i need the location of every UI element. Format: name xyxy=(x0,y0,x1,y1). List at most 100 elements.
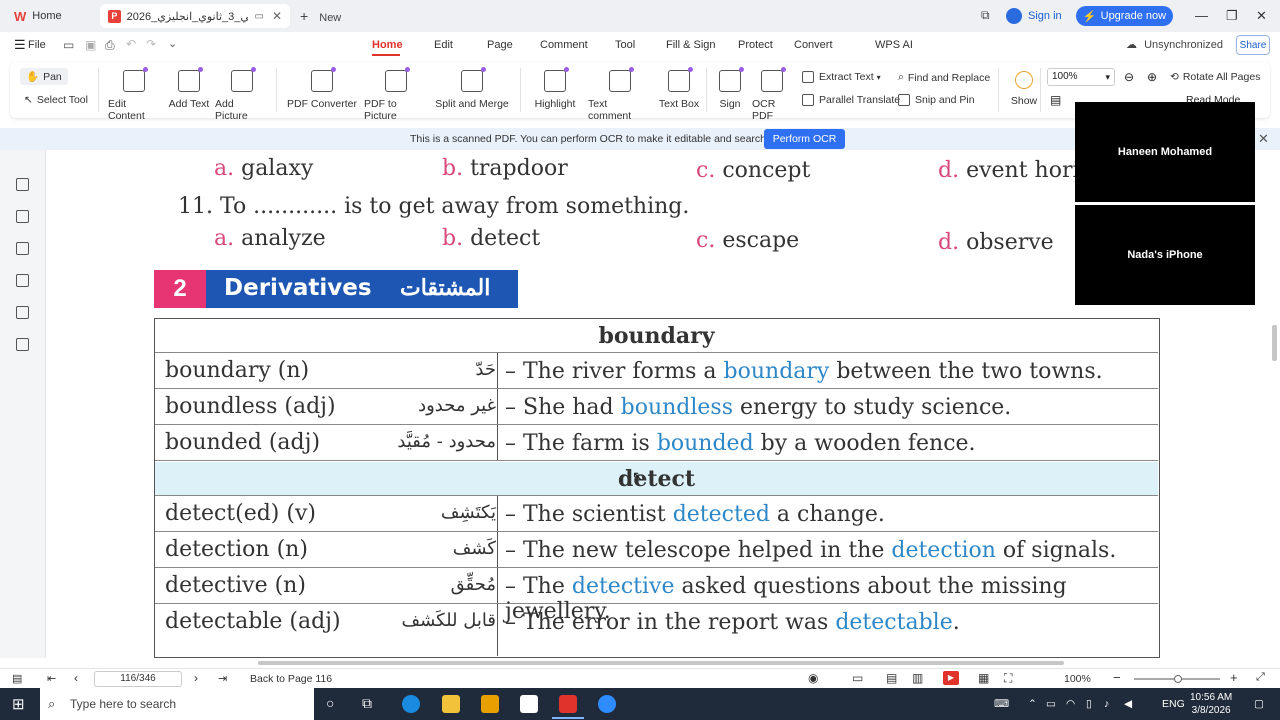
tray-chevron-icon[interactable]: ⌃ xyxy=(1028,698,1037,710)
horizontal-scrollbar[interactable] xyxy=(46,658,1268,668)
text-box-button[interactable]: Text Box xyxy=(658,62,700,110)
undo-icon[interactable]: ↶ xyxy=(126,37,136,51)
system-clock[interactable]: 10:56 AM 3/8/2026 xyxy=(1190,691,1232,717)
two-page-view-icon[interactable]: ▥ xyxy=(912,671,923,685)
minimize-icon[interactable]: — xyxy=(1195,8,1208,23)
microphone-icon[interactable]: ♪ xyxy=(1104,698,1109,710)
play-icon[interactable]: ▶ xyxy=(943,671,959,685)
find-replace-button[interactable]: ⌕ Find and Replace xyxy=(898,71,990,84)
print-icon[interactable]: ⎙ xyxy=(105,38,115,53)
volume-icon[interactable]: ◀ xyxy=(1124,698,1132,710)
signature-icon[interactable] xyxy=(16,306,29,319)
zoom-slider[interactable] xyxy=(1134,675,1220,683)
fit-width-icon[interactable]: ▦ xyxy=(978,671,989,685)
attachment-icon[interactable] xyxy=(16,274,29,287)
page-number-input[interactable]: 116/346 xyxy=(94,671,182,687)
select-tool-button[interactable]: ↖ Select Tool xyxy=(24,94,88,106)
zoom-out-icon[interactable]: − xyxy=(1113,670,1121,685)
vertical-scrollbar[interactable] xyxy=(1268,150,1280,658)
zoom-select[interactable]: 100% ▾ xyxy=(1047,68,1115,86)
participant-tile[interactable]: Haneen Mohamed xyxy=(1075,102,1255,202)
ocr-pdf-button[interactable]: OCR PDF xyxy=(752,62,792,122)
eye-icon[interactable]: ◉ xyxy=(808,671,818,685)
language-indicator[interactable]: ENG xyxy=(1162,698,1185,710)
tab-document[interactable]: P 2026_الترم_الثاني_3_ثانوي_انجليزي ▭ ✕ xyxy=(100,4,290,28)
back-to-page-link[interactable]: Back to Page 116 xyxy=(250,673,332,685)
close-icon[interactable]: ✕ xyxy=(1258,131,1269,147)
upgrade-button[interactable]: ⚡ Upgrade now xyxy=(1076,6,1173,26)
scrollbar-thumb[interactable] xyxy=(1272,325,1277,361)
zoom-percent[interactable]: 100% xyxy=(1064,673,1091,685)
menu-wps-ai[interactable]: WPS AI xyxy=(875,39,913,51)
show-button[interactable]: Show xyxy=(1008,62,1040,107)
edge-icon[interactable] xyxy=(402,695,420,713)
mail-icon[interactable] xyxy=(520,695,538,713)
close-window-icon[interactable]: ✕ xyxy=(1256,8,1267,24)
extract-text-button[interactable]: Extract Text ▾ xyxy=(802,71,881,83)
menu-home[interactable]: Home xyxy=(372,39,403,51)
new-tab-button[interactable]: + New xyxy=(300,8,341,24)
thumbnails-icon[interactable] xyxy=(16,210,29,223)
wifi-icon[interactable]: ◠ xyxy=(1066,698,1075,710)
tab-window-icon[interactable]: ▭ xyxy=(254,11,263,22)
first-page-icon[interactable]: ⇤ xyxy=(47,672,56,685)
split-merge-button[interactable]: Split and Merge xyxy=(434,62,510,110)
fullscreen-icon[interactable]: ⤢ xyxy=(1256,671,1265,684)
comments-icon[interactable] xyxy=(16,242,29,255)
windows-start-icon[interactable]: ⊞ xyxy=(12,695,25,713)
last-page-icon[interactable]: ⇥ xyxy=(218,672,227,685)
window-view-icon[interactable]: ⧉ xyxy=(981,8,990,23)
fit-page-icon[interactable]: ⛶ xyxy=(1004,671,1012,686)
tab-close-icon[interactable]: ✕ xyxy=(272,9,282,23)
sign-button[interactable]: Sign xyxy=(714,62,746,110)
taskbar-search[interactable]: ⌕ Type here to search xyxy=(40,688,314,720)
menu-fill-sign[interactable]: Fill & Sign xyxy=(666,39,716,51)
sidebar-toggle-icon[interactable]: ▤ xyxy=(12,672,22,685)
notifications-icon[interactable]: ▢ xyxy=(1254,698,1264,710)
hamburger-icon[interactable]: ☰ xyxy=(14,37,26,53)
redo-icon[interactable]: ↷ xyxy=(146,37,156,51)
menu-protect[interactable]: Protect xyxy=(738,39,773,51)
scrollbar-thumb[interactable] xyxy=(258,661,1064,665)
layers-icon[interactable] xyxy=(16,338,29,351)
file-explorer-icon[interactable] xyxy=(442,695,460,713)
perform-ocr-button[interactable]: Perform OCR xyxy=(764,129,845,149)
continuous-view-icon[interactable]: ▤ xyxy=(886,671,897,685)
zoom-slider-handle[interactable] xyxy=(1174,675,1182,683)
pdf-converter-button[interactable]: PDF Converter xyxy=(286,62,358,110)
single-page-view-icon[interactable]: ▭ xyxy=(852,671,863,685)
pan-button[interactable]: ✋ Pan xyxy=(20,68,68,85)
zoom-out-icon[interactable]: ⊖ xyxy=(1124,70,1134,84)
store-icon[interactable] xyxy=(481,695,499,713)
menu-page[interactable]: Page xyxy=(487,39,513,51)
zoom-in-icon[interactable]: + xyxy=(1230,670,1238,685)
menu-comment[interactable]: Comment xyxy=(540,39,588,51)
network-icon[interactable]: ▭ xyxy=(1046,698,1056,710)
highlight-button[interactable]: Highlight xyxy=(530,62,580,110)
zoom-app-icon[interactable] xyxy=(598,695,616,713)
sign-in-button[interactable]: Sign in xyxy=(1006,8,1062,24)
edit-content-button[interactable]: Edit Content xyxy=(108,62,160,122)
menu-edit[interactable]: Edit xyxy=(434,39,453,51)
keyboard-icon[interactable]: ⌨ xyxy=(994,698,1009,710)
pdf-to-picture-button[interactable]: PDF to Picture xyxy=(364,62,428,122)
zoom-in-icon[interactable]: ⊕ xyxy=(1147,70,1157,84)
cortana-icon[interactable]: ○ xyxy=(326,695,334,711)
menu-file[interactable]: File xyxy=(28,39,46,51)
next-page-icon[interactable]: › xyxy=(194,671,198,685)
share-button[interactable]: Share xyxy=(1236,35,1270,55)
menu-tool[interactable]: Tool xyxy=(615,39,635,51)
task-view-icon[interactable]: ⧉ xyxy=(362,695,372,712)
add-picture-button[interactable]: Add Picture xyxy=(215,62,269,122)
open-folder-icon[interactable]: ▭ xyxy=(63,38,74,52)
participant-tile[interactable]: Nada's iPhone xyxy=(1075,205,1255,305)
add-text-button[interactable]: Add Text xyxy=(168,62,210,110)
battery-icon[interactable]: ▯ xyxy=(1086,698,1092,710)
more-chevron-icon[interactable]: ⌄ xyxy=(168,37,177,50)
save-icon[interactable]: ▣ xyxy=(85,38,96,52)
text-comment-button[interactable]: Text comment xyxy=(588,62,652,122)
prev-page-icon[interactable]: ‹ xyxy=(74,671,78,685)
restore-icon[interactable]: ❐ xyxy=(1226,8,1238,24)
single-page-icon[interactable]: ▤ xyxy=(1050,93,1061,107)
bookmark-icon[interactable] xyxy=(16,178,29,191)
